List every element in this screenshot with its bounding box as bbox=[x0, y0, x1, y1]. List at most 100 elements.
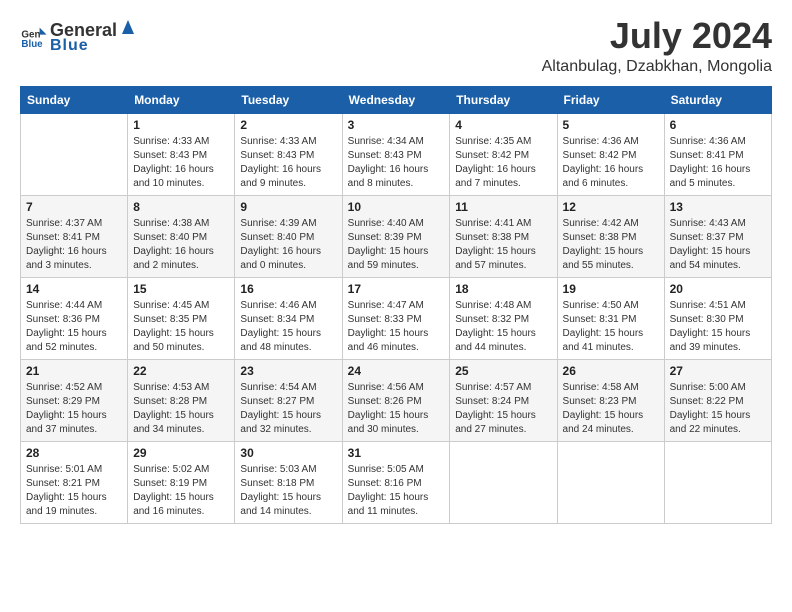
calendar-cell: 3 Sunrise: 4:34 AM Sunset: 8:43 PM Daylig… bbox=[342, 113, 450, 195]
calendar-cell: 18 Sunrise: 4:48 AM Sunset: 8:32 PM Dayli… bbox=[450, 277, 557, 359]
day-number: 3 bbox=[348, 118, 445, 132]
day-info: Sunrise: 4:57 AM Sunset: 8:24 PM Dayligh… bbox=[455, 381, 551, 437]
day-info: Sunrise: 4:51 AM Sunset: 8:30 PM Dayligh… bbox=[670, 299, 766, 355]
day-number: 16 bbox=[240, 282, 336, 296]
weekday-header-row: SundayMondayTuesdayWednesdayThursdayFrid… bbox=[21, 86, 772, 113]
day-info: Sunrise: 4:43 AM Sunset: 8:37 PM Dayligh… bbox=[670, 217, 766, 273]
calendar-cell: 29 Sunrise: 5:02 AM Sunset: 8:19 PM Dayli… bbox=[128, 441, 235, 523]
weekday-header-tuesday: Tuesday bbox=[235, 86, 342, 113]
day-info: Sunrise: 4:48 AM Sunset: 8:32 PM Dayligh… bbox=[455, 299, 551, 355]
title-area: July 2024 Altanbulag, Dzabkhan, Mongolia bbox=[542, 16, 772, 76]
day-number: 14 bbox=[26, 282, 122, 296]
day-number: 23 bbox=[240, 364, 336, 378]
day-number: 24 bbox=[348, 364, 445, 378]
weekday-header-wednesday: Wednesday bbox=[342, 86, 450, 113]
day-info: Sunrise: 4:53 AM Sunset: 8:28 PM Dayligh… bbox=[133, 381, 229, 437]
weekday-header-monday: Monday bbox=[128, 86, 235, 113]
day-number: 8 bbox=[133, 200, 229, 214]
weekday-header-friday: Friday bbox=[557, 86, 664, 113]
day-number: 17 bbox=[348, 282, 445, 296]
day-number: 10 bbox=[348, 200, 445, 214]
calendar-cell: 7Sunrise: 4:37 AM Sunset: 8:41 PM Daylig… bbox=[21, 195, 128, 277]
logo: Gen Blue General Blue bbox=[20, 16, 139, 55]
calendar-cell: 9Sunrise: 4:39 AM Sunset: 8:40 PM Daylig… bbox=[235, 195, 342, 277]
calendar-cell: 28Sunrise: 5:01 AM Sunset: 8:21 PM Dayli… bbox=[21, 441, 128, 523]
calendar-cell: 21 Sunrise: 4:52 AM Sunset: 8:29 PM Dayli… bbox=[21, 359, 128, 441]
calendar-cell: 15 Sunrise: 4:45 AM Sunset: 8:35 PM Dayli… bbox=[128, 277, 235, 359]
day-info: Sunrise: 4:33 AM Sunset: 8:43 PM Dayligh… bbox=[133, 135, 229, 191]
calendar-cell: 20 Sunrise: 4:51 AM Sunset: 8:30 PM Dayli… bbox=[664, 277, 771, 359]
day-number: 22 bbox=[133, 364, 229, 378]
day-number: 20 bbox=[670, 282, 766, 296]
day-number: 2 bbox=[240, 118, 336, 132]
day-number: 21 bbox=[26, 364, 122, 378]
calendar-week-row: 21 Sunrise: 4:52 AM Sunset: 8:29 PM Dayli… bbox=[21, 359, 772, 441]
day-info: Sunrise: 4:45 AM Sunset: 8:35 PM Dayligh… bbox=[133, 299, 229, 355]
day-info: Sunrise: 4:44 AM Sunset: 8:36 PM Dayligh… bbox=[26, 299, 122, 355]
calendar-cell: 30Sunrise: 5:03 AM Sunset: 8:18 PM Dayli… bbox=[235, 441, 342, 523]
day-info: Sunrise: 5:05 AM Sunset: 8:16 PM Dayligh… bbox=[348, 463, 445, 519]
day-number: 31 bbox=[348, 446, 445, 460]
calendar-cell: 14 Sunrise: 4:44 AM Sunset: 8:36 PM Dayli… bbox=[21, 277, 128, 359]
calendar-cell: 25 Sunrise: 4:57 AM Sunset: 8:24 PM Dayli… bbox=[450, 359, 557, 441]
month-title: July 2024 bbox=[542, 16, 772, 56]
calendar-cell bbox=[450, 441, 557, 523]
calendar-cell bbox=[21, 113, 128, 195]
calendar-cell: 23 Sunrise: 4:54 AM Sunset: 8:27 PM Dayli… bbox=[235, 359, 342, 441]
weekday-header-thursday: Thursday bbox=[450, 86, 557, 113]
calendar-cell bbox=[557, 441, 664, 523]
day-info: Sunrise: 4:36 AM Sunset: 8:41 PM Dayligh… bbox=[670, 135, 766, 191]
day-info: Sunrise: 4:34 AM Sunset: 8:43 PM Dayligh… bbox=[348, 135, 445, 191]
calendar-cell: 26Sunrise: 4:58 AM Sunset: 8:23 PM Dayli… bbox=[557, 359, 664, 441]
day-number: 26 bbox=[563, 364, 659, 378]
header: Gen Blue General Blue July 2024 Altanbul… bbox=[20, 16, 772, 76]
calendar-week-row: 1Sunrise: 4:33 AM Sunset: 8:43 PM Daylig… bbox=[21, 113, 772, 195]
day-number: 25 bbox=[455, 364, 551, 378]
calendar-cell: 1Sunrise: 4:33 AM Sunset: 8:43 PM Daylig… bbox=[128, 113, 235, 195]
calendar-cell: 17Sunrise: 4:47 AM Sunset: 8:33 PM Dayli… bbox=[342, 277, 450, 359]
day-info: Sunrise: 4:42 AM Sunset: 8:38 PM Dayligh… bbox=[563, 217, 659, 273]
calendar-cell: 5 Sunrise: 4:36 AM Sunset: 8:42 PM Daylig… bbox=[557, 113, 664, 195]
day-info: Sunrise: 5:03 AM Sunset: 8:18 PM Dayligh… bbox=[240, 463, 336, 519]
day-info: Sunrise: 5:02 AM Sunset: 8:19 PM Dayligh… bbox=[133, 463, 229, 519]
day-number: 13 bbox=[670, 200, 766, 214]
day-number: 19 bbox=[563, 282, 659, 296]
day-info: Sunrise: 4:36 AM Sunset: 8:42 PM Dayligh… bbox=[563, 135, 659, 191]
logo-icon: Gen Blue bbox=[20, 22, 48, 50]
day-info: Sunrise: 4:54 AM Sunset: 8:27 PM Dayligh… bbox=[240, 381, 336, 437]
day-info: Sunrise: 4:50 AM Sunset: 8:31 PM Dayligh… bbox=[563, 299, 659, 355]
day-info: Sunrise: 4:52 AM Sunset: 8:29 PM Dayligh… bbox=[26, 381, 122, 437]
day-info: Sunrise: 4:46 AM Sunset: 8:34 PM Dayligh… bbox=[240, 299, 336, 355]
day-info: Sunrise: 5:00 AM Sunset: 8:22 PM Dayligh… bbox=[670, 381, 766, 437]
weekday-header-sunday: Sunday bbox=[21, 86, 128, 113]
day-info: Sunrise: 4:33 AM Sunset: 8:43 PM Dayligh… bbox=[240, 135, 336, 191]
calendar-cell: 24 Sunrise: 4:56 AM Sunset: 8:26 PM Dayli… bbox=[342, 359, 450, 441]
location-title: Altanbulag, Dzabkhan, Mongolia bbox=[542, 58, 772, 76]
calendar-cell: 2 Sunrise: 4:33 AM Sunset: 8:43 PM Daylig… bbox=[235, 113, 342, 195]
calendar-cell: 10 Sunrise: 4:40 AM Sunset: 8:39 PM Dayli… bbox=[342, 195, 450, 277]
svg-text:Blue: Blue bbox=[21, 39, 43, 50]
calendar-cell: 22 Sunrise: 4:53 AM Sunset: 8:28 PM Dayli… bbox=[128, 359, 235, 441]
calendar-cell: 27 Sunrise: 5:00 AM Sunset: 8:22 PM Dayli… bbox=[664, 359, 771, 441]
calendar-cell bbox=[664, 441, 771, 523]
day-info: Sunrise: 4:56 AM Sunset: 8:26 PM Dayligh… bbox=[348, 381, 445, 437]
calendar-cell: 6Sunrise: 4:36 AM Sunset: 8:41 PM Daylig… bbox=[664, 113, 771, 195]
day-number: 11 bbox=[455, 200, 551, 214]
day-number: 29 bbox=[133, 446, 229, 460]
calendar-week-row: 14 Sunrise: 4:44 AM Sunset: 8:36 PM Dayli… bbox=[21, 277, 772, 359]
day-info: Sunrise: 4:37 AM Sunset: 8:41 PM Dayligh… bbox=[26, 217, 122, 273]
calendar-table: SundayMondayTuesdayWednesdayThursdayFrid… bbox=[20, 86, 772, 524]
calendar-cell: 16 Sunrise: 4:46 AM Sunset: 8:34 PM Dayli… bbox=[235, 277, 342, 359]
day-info: Sunrise: 5:01 AM Sunset: 8:21 PM Dayligh… bbox=[26, 463, 122, 519]
day-number: 4 bbox=[455, 118, 551, 132]
day-number: 18 bbox=[455, 282, 551, 296]
calendar-cell: 19 Sunrise: 4:50 AM Sunset: 8:31 PM Dayli… bbox=[557, 277, 664, 359]
day-number: 5 bbox=[563, 118, 659, 132]
logo-triangle-icon bbox=[118, 16, 138, 36]
calendar-cell: 4Sunrise: 4:35 AM Sunset: 8:42 PM Daylig… bbox=[450, 113, 557, 195]
day-number: 27 bbox=[670, 364, 766, 378]
day-number: 15 bbox=[133, 282, 229, 296]
weekday-header-saturday: Saturday bbox=[664, 86, 771, 113]
day-info: Sunrise: 4:40 AM Sunset: 8:39 PM Dayligh… bbox=[348, 217, 445, 273]
day-number: 9 bbox=[240, 200, 336, 214]
